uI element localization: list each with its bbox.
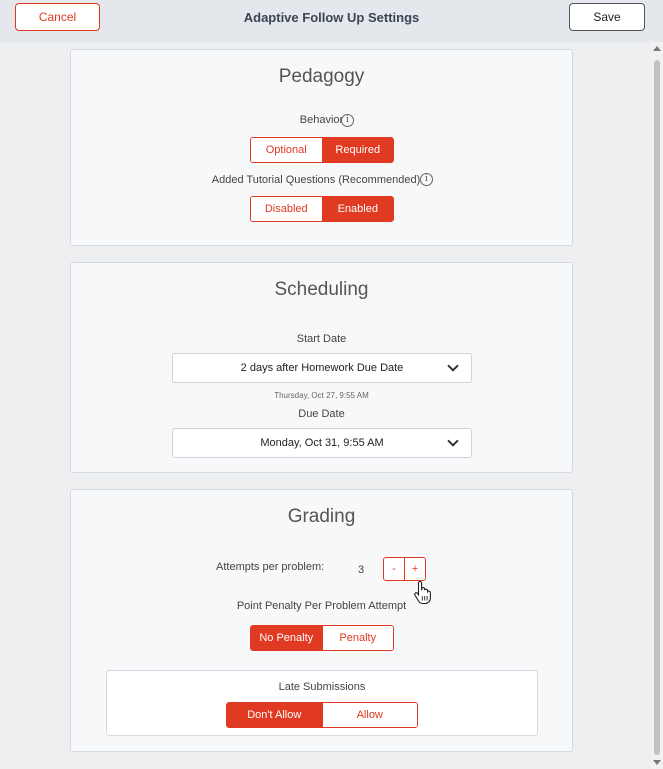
grading-title: Grading xyxy=(287,506,356,527)
tutorial-option-enabled[interactable]: Enabled xyxy=(321,197,393,221)
attempts-decrement-button[interactable]: - xyxy=(383,557,405,581)
late-option-dont-allow[interactable]: Don't Allow xyxy=(227,703,322,727)
penalty-option-no-penalty[interactable]: No Penalty xyxy=(251,626,322,650)
penalty-toggle: No Penalty Penalty xyxy=(250,625,394,651)
page-title: Adaptive Follow Up Settings xyxy=(243,10,420,25)
behavior-label-text: Behavior xyxy=(299,114,344,126)
start-date-computed: Thursday, Oct 27, 9:55 AM xyxy=(274,391,369,400)
tutorial-option-disabled[interactable]: Disabled xyxy=(251,197,322,221)
modal-header: Cancel Adaptive Follow Up Settings Save xyxy=(0,0,663,42)
behavior-label: Behavior xyxy=(71,114,572,126)
tutorial-info-icon[interactable]: i xyxy=(420,173,433,186)
behavior-info-icon[interactable]: i xyxy=(341,114,354,127)
late-option-allow[interactable]: Allow xyxy=(321,703,417,727)
penalty-option-penalty[interactable]: Penalty xyxy=(321,626,393,650)
behavior-option-required[interactable]: Required xyxy=(321,138,393,162)
attempts-label: Attempts per problem: xyxy=(216,561,325,573)
due-date-select[interactable]: Monday, Oct 31, 9:55 AM xyxy=(172,428,472,458)
scrollbar-thumb[interactable] xyxy=(654,60,660,755)
scheduling-card: Scheduling Start Date 2 days after Homew… xyxy=(70,262,573,473)
scheduling-title: Scheduling xyxy=(274,279,369,300)
settings-scroll-area[interactable]: Pedagogy Behavior i Optional Required Ad… xyxy=(0,42,651,769)
start-date-label: Start Date xyxy=(296,333,347,345)
scroll-down-icon[interactable] xyxy=(653,760,661,765)
pedagogy-card: Pedagogy Behavior i Optional Required Ad… xyxy=(70,49,573,246)
hand-cursor-icon xyxy=(414,580,431,604)
tutorial-label: Added Tutorial Questions (Recommended) xyxy=(71,174,561,186)
late-submissions-panel: Late Submissions Don't Allow Allow xyxy=(106,670,538,736)
attempts-value: 3 xyxy=(358,564,365,576)
behavior-option-optional[interactable]: Optional xyxy=(251,138,322,162)
late-submissions-toggle: Don't Allow Allow xyxy=(226,702,418,728)
attempts-increment-button[interactable]: + xyxy=(404,557,426,581)
due-date-value: Monday, Oct 31, 9:55 AM xyxy=(260,437,384,449)
pedagogy-title: Pedagogy xyxy=(278,66,365,87)
due-date-label: Due Date xyxy=(298,408,345,420)
start-date-value: 2 days after Homework Due Date xyxy=(240,362,404,374)
tutorial-label-text: Added Tutorial Questions (Recommended) xyxy=(211,174,421,186)
penalty-label: Point Penalty Per Problem Attempt xyxy=(236,600,407,612)
tutorial-toggle: Disabled Enabled xyxy=(250,196,394,222)
start-date-select[interactable]: 2 days after Homework Due Date xyxy=(172,353,472,383)
late-submissions-label: Late Submissions xyxy=(278,681,366,693)
scroll-up-icon[interactable] xyxy=(653,46,661,51)
behavior-toggle: Optional Required xyxy=(250,137,394,163)
save-button[interactable]: Save xyxy=(569,3,645,31)
scrollbar[interactable] xyxy=(651,42,663,769)
grading-card: Grading Attempts per problem: 3 - + Poin… xyxy=(70,489,573,752)
